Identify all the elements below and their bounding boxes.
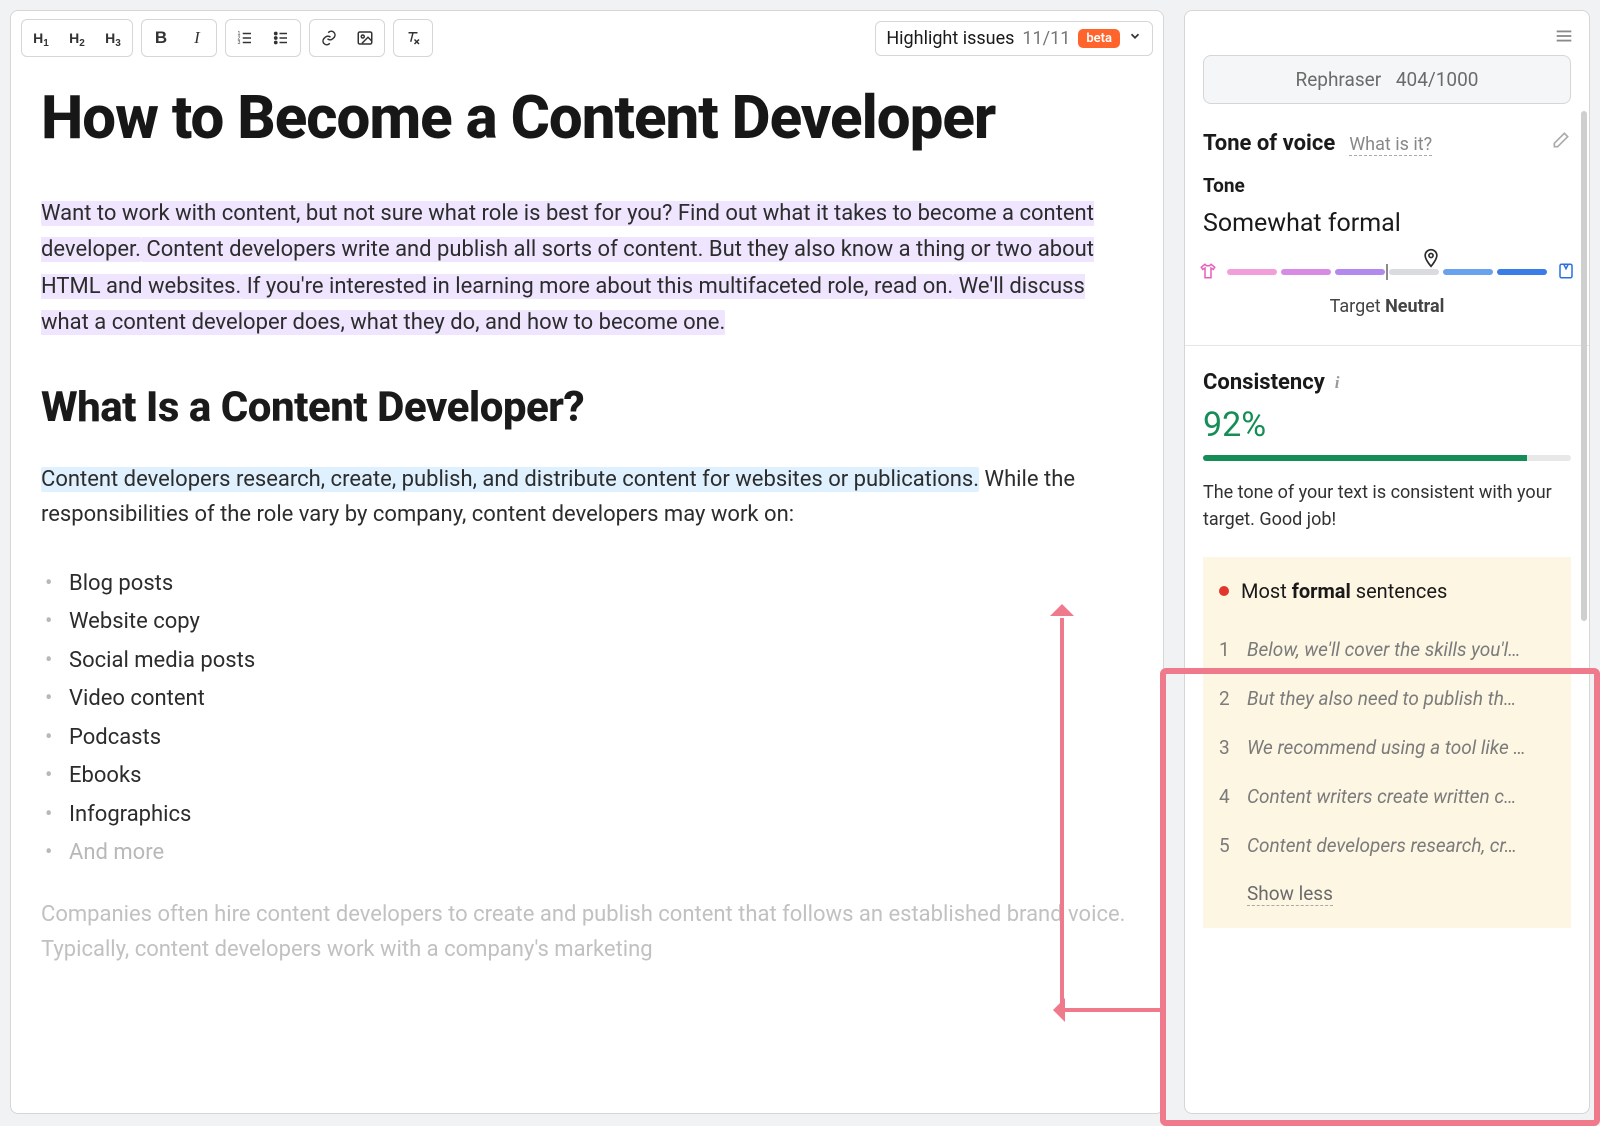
heading-group: H1 H2 H3 [21, 19, 133, 57]
italic-button[interactable]: I [180, 22, 214, 54]
chevron-down-icon [1128, 29, 1142, 47]
rephraser-button[interactable]: Rephraser 404/1000 [1203, 55, 1571, 104]
beta-badge: beta [1078, 29, 1120, 48]
pencil-icon[interactable] [1551, 130, 1571, 154]
rephraser-label: Rephraser [1296, 68, 1382, 91]
rephraser-count: 404/1000 [1396, 68, 1479, 91]
sentence-item[interactable]: 4Content writers create written c… [1219, 772, 1555, 821]
consistency-percent: 92% [1203, 405, 1571, 445]
h1-button[interactable]: H1 [24, 22, 58, 54]
tone-title: Tone of voice [1203, 131, 1335, 156]
section-heading: What Is a Content Developer? [41, 383, 1133, 432]
content-types-list: Blog posts Website copy Social media pos… [41, 565, 1133, 873]
tone-sublabel: Tone [1203, 174, 1571, 197]
sentence-list: 1Below, we'll cover the skills you'l… 2B… [1219, 625, 1555, 870]
list-item: Ebooks [41, 757, 1133, 796]
ordered-list-button[interactable]: 123 [228, 22, 262, 54]
list-item: Podcasts [41, 719, 1133, 758]
clear-format-button[interactable] [396, 22, 430, 54]
consistency-header: Consistency i [1203, 370, 1571, 395]
highlight-count: 11/11 [1022, 28, 1070, 49]
unordered-list-button[interactable] [264, 22, 298, 54]
tone-value: Somewhat formal [1203, 209, 1571, 238]
casual-icon [1199, 262, 1217, 285]
formal-sentences-box: Most formal sentences 1Below, we'll cove… [1203, 557, 1571, 928]
document-title: How to Become a Content Developer [41, 83, 1133, 152]
what-is-it-link[interactable]: What is it? [1349, 134, 1432, 156]
list-item-more: And more [41, 834, 1133, 873]
target-label: Target Neutral [1203, 296, 1571, 317]
tone-header: Tone of voice What is it? [1203, 130, 1571, 156]
h3-button[interactable]: H3 [96, 22, 130, 54]
image-button[interactable] [348, 22, 382, 54]
show-less-link[interactable]: Show less [1247, 882, 1333, 906]
clear-group [393, 19, 433, 57]
definition-highlight: Content developers research, create, pub… [41, 467, 979, 492]
tone-marker-icon [1421, 248, 1441, 272]
editor-pane: H1 H2 H3 B I 123 [10, 10, 1164, 1114]
list-group: 123 [225, 19, 301, 57]
list-item: Website copy [41, 603, 1133, 642]
sentence-item[interactable]: 2But they also need to publish th… [1219, 674, 1555, 723]
bold-button[interactable]: B [144, 22, 178, 54]
format-group: B I [141, 19, 217, 57]
sentence-item[interactable]: 3We recommend using a tool like … [1219, 723, 1555, 772]
tone-scale [1203, 256, 1571, 292]
consistency-bar [1203, 455, 1571, 461]
toolbar: H1 H2 H3 B I 123 [11, 11, 1163, 65]
formal-icon [1557, 262, 1575, 285]
list-item: Social media posts [41, 642, 1133, 681]
consistency-message: The tone of your text is consistent with… [1203, 479, 1571, 533]
list-item: Video content [41, 680, 1133, 719]
info-icon[interactable]: i [1335, 373, 1340, 393]
scrollbar[interactable] [1581, 111, 1587, 621]
highlight-label: Highlight issues [886, 28, 1014, 49]
intro-seg-3: If you're interested in learning more ab… [241, 274, 953, 299]
highlight-issues-dropdown[interactable]: Highlight issues 11/11 beta [875, 21, 1153, 56]
formal-sentences-header: Most formal sentences [1219, 579, 1555, 603]
sidebar: Rephraser 404/1000 Tone of voice What is… [1184, 10, 1590, 1114]
definition-paragraph: Content developers research, create, pub… [41, 462, 1133, 532]
sentence-item[interactable]: 5Content developers research, cr… [1219, 821, 1555, 870]
h2-button[interactable]: H2 [60, 22, 94, 54]
link-button[interactable] [312, 22, 346, 54]
faded-paragraph: Companies often hire content developers … [41, 897, 1133, 967]
menu-icon[interactable] [1553, 25, 1575, 47]
svg-text:3: 3 [238, 40, 241, 46]
list-item: Infographics [41, 796, 1133, 835]
list-item: Blog posts [41, 565, 1133, 604]
sentence-item[interactable]: 1Below, we'll cover the skills you'l… [1219, 625, 1555, 674]
intro-paragraph: Want to work with content, but not sure … [41, 196, 1133, 341]
insert-group [309, 19, 385, 57]
dot-icon [1219, 586, 1229, 596]
editor-body[interactable]: How to Become a Content Developer Want t… [11, 65, 1163, 997]
